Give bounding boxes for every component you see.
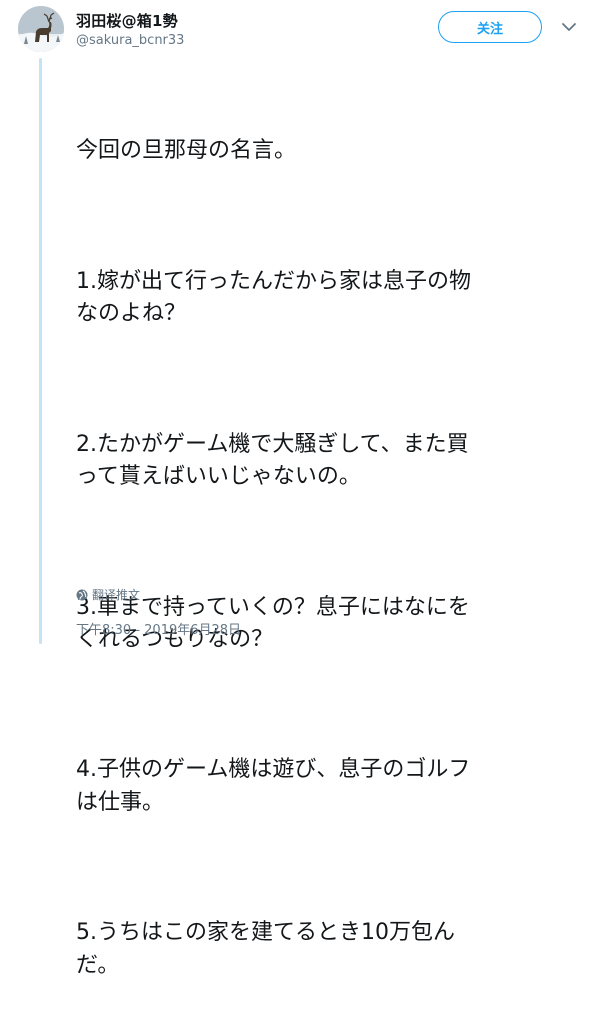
avatar-image <box>18 6 64 52</box>
tweet-timestamp[interactable]: 下午8:30 - 2019年6月28日 <box>76 619 241 638</box>
thread-line <box>39 58 42 644</box>
globe-icon <box>76 589 88 600</box>
translate-label: 翻译推文 <box>92 588 141 602</box>
tweet-paragraph: 1.嫁が出て行ったんだから家は息子の物 なのよね？ <box>76 268 471 327</box>
more-options-button[interactable] <box>561 19 577 35</box>
tweet-paragraph: 5.うちはこの家を建てるとき10万包ん だ。 <box>76 920 455 979</box>
display-name[interactable]: 羽田桜@箱1勢 <box>76 10 178 31</box>
tweet-text: 今回の旦那母の名言。 1.嫁が出て行ったんだから家は息子の物 なのよね？ 2.た… <box>76 70 581 1015</box>
chevron-down-icon <box>562 23 576 31</box>
follow-button[interactable]: 关注 <box>438 11 542 43</box>
translate-tweet-link[interactable]: 翻译推文 <box>76 586 140 603</box>
follow-button-label: 关注 <box>476 21 503 37</box>
tweet-paragraph: 4.子供のゲーム機は遊び、息子のゴルフ は仕事。 <box>76 757 471 816</box>
tweet-paragraph: 今回の旦那母の名言。 <box>76 138 297 164</box>
avatar[interactable] <box>18 6 64 52</box>
user-handle[interactable]: @sakura_bcnr33 <box>76 33 184 48</box>
tweet-paragraph: 2.たかがゲーム機で大騒ぎして、また買 って貰えばいいじゃないの。 <box>76 431 469 490</box>
